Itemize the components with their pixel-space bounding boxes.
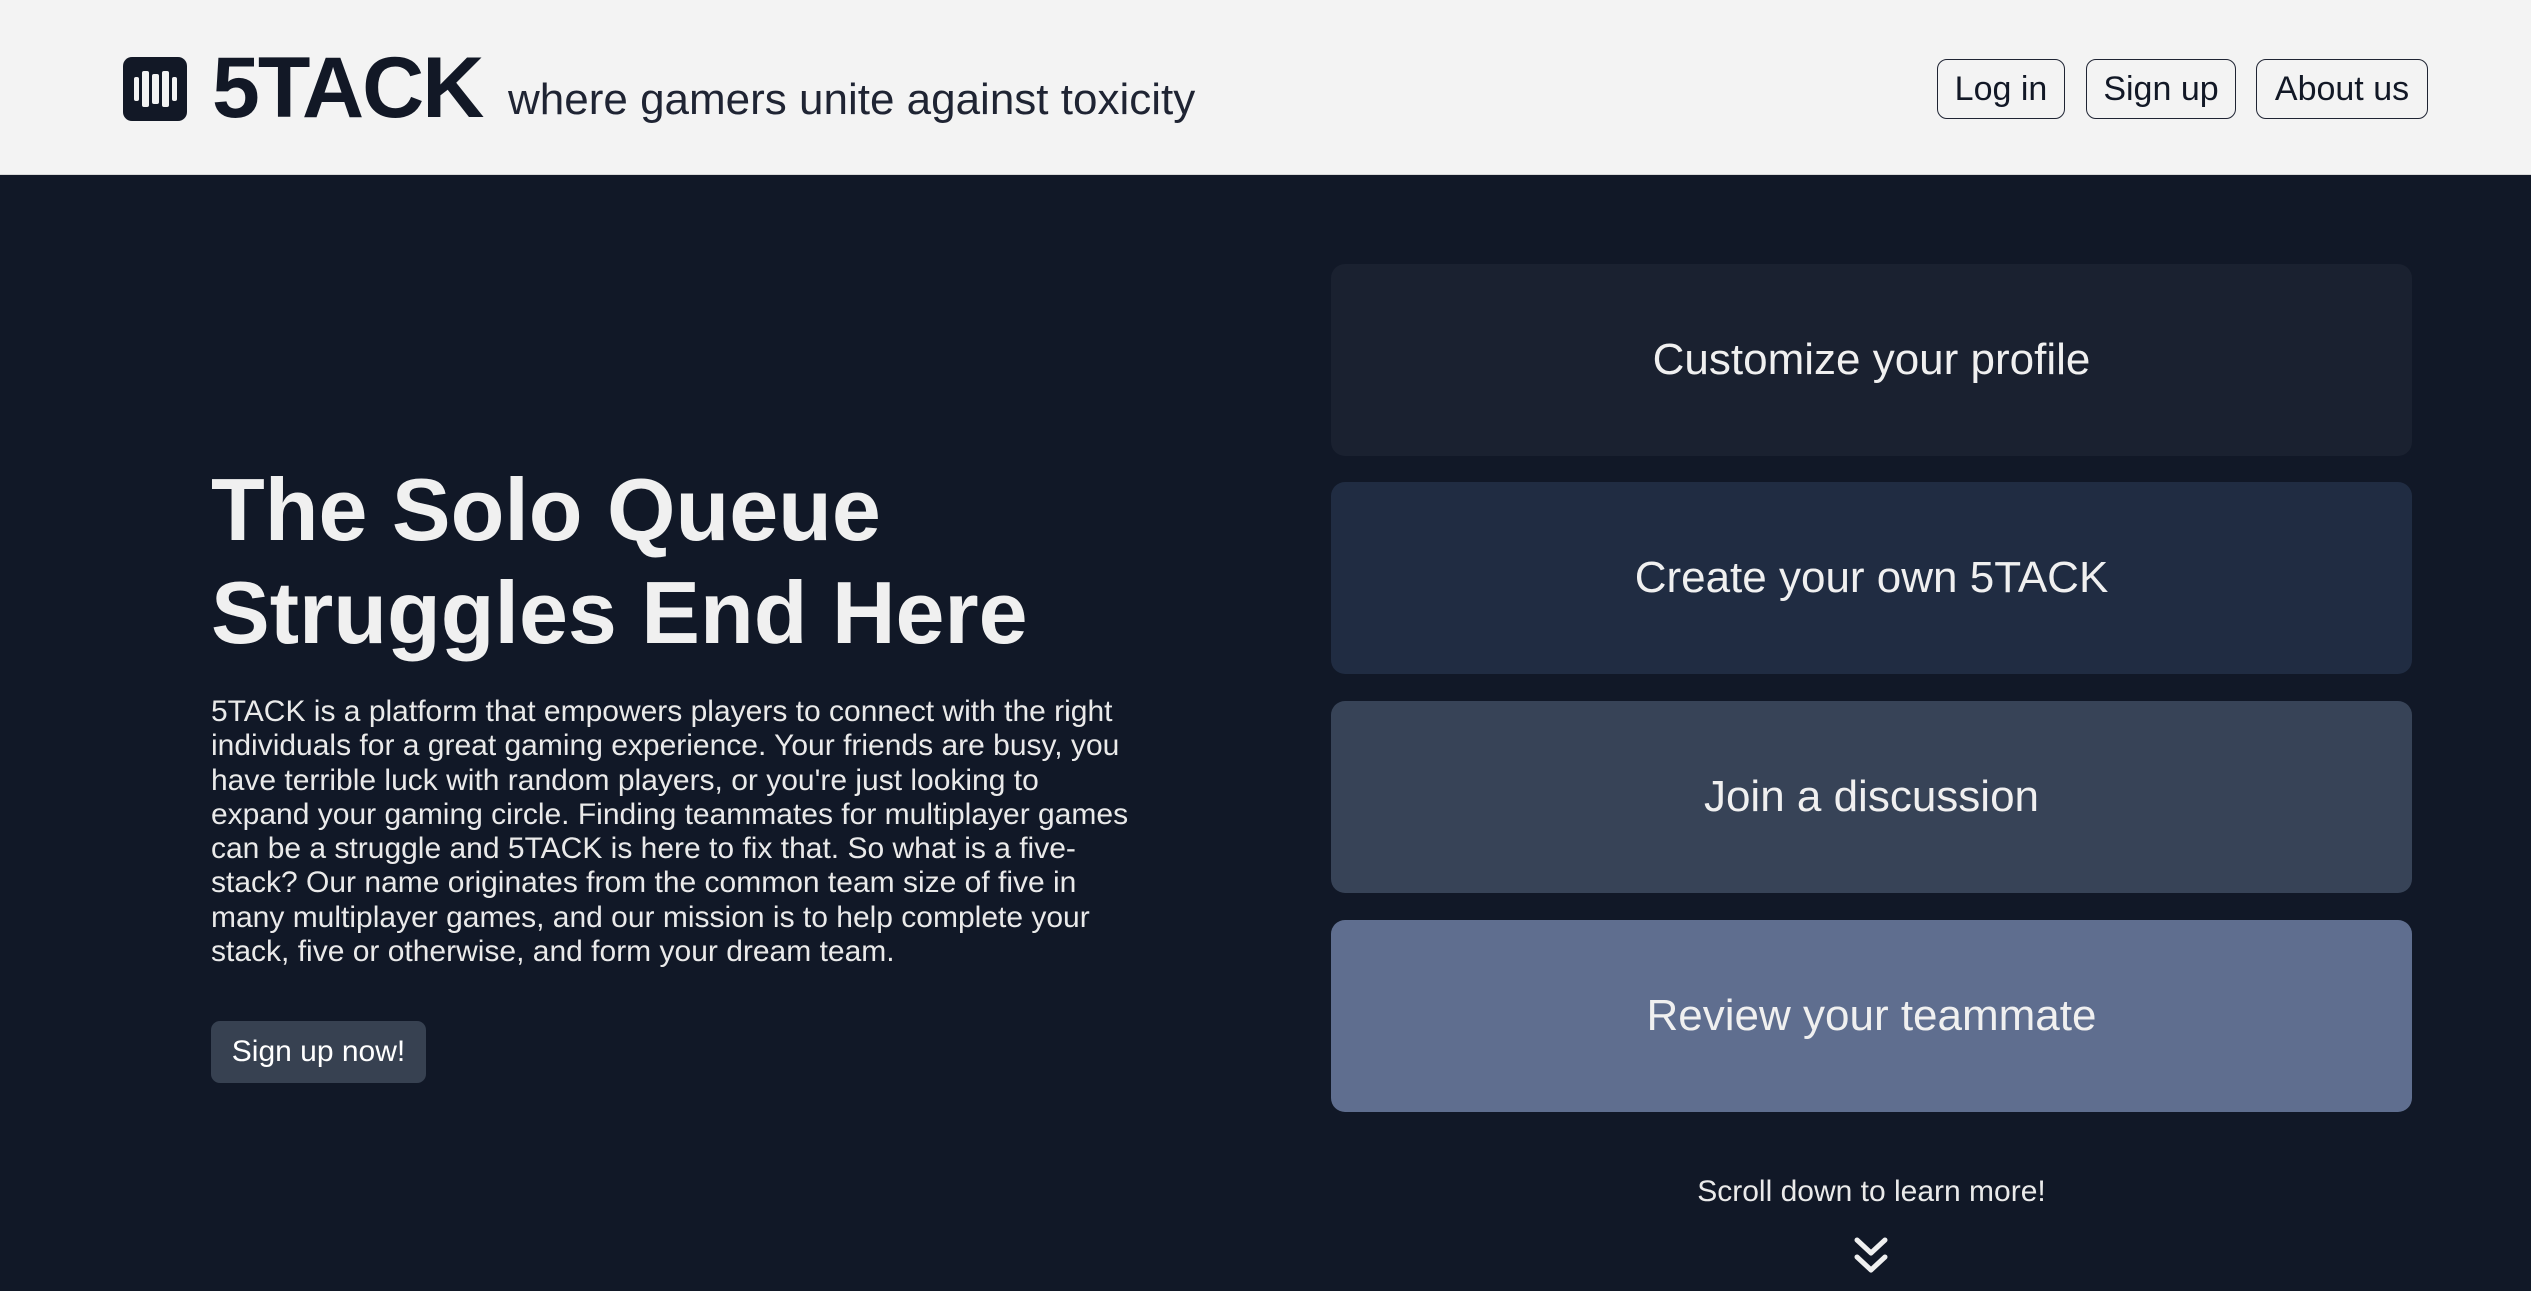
signup-button[interactable]: Sign up	[2086, 59, 2236, 119]
brand-name[interactable]: 5TACK	[212, 38, 484, 138]
brand-tagline: where gamers unite against toxicity	[508, 75, 1196, 124]
scroll-hint-text: Scroll down to learn more!	[1697, 1175, 2046, 1208]
hero-description: 5TACK is a platform that empowers player…	[211, 695, 1129, 969]
sign-up-now-button[interactable]: Sign up now!	[211, 1021, 426, 1083]
login-button[interactable]: Log in	[1937, 59, 2065, 119]
hero-title: The Solo Queue Struggles End Here	[211, 458, 1111, 664]
hero-title-line-1: The Solo Queue	[211, 460, 881, 559]
site-header: 5TACK where gamers unite against toxicit…	[0, 0, 2531, 175]
hero-title-line-2: Struggles End Here	[211, 563, 1028, 662]
feature-card-join-discussion[interactable]: Join a discussion	[1331, 701, 2412, 893]
about-us-button[interactable]: About us	[2256, 59, 2428, 119]
feature-card-customize-profile[interactable]: Customize your profile	[1331, 264, 2412, 456]
equalizer-logo-icon[interactable]	[123, 57, 187, 121]
double-chevron-down-icon[interactable]	[1853, 1236, 1889, 1276]
feature-card-review-teammate[interactable]: Review your teammate	[1331, 920, 2412, 1112]
feature-card-create-5tack[interactable]: Create your own 5TACK	[1331, 482, 2412, 674]
